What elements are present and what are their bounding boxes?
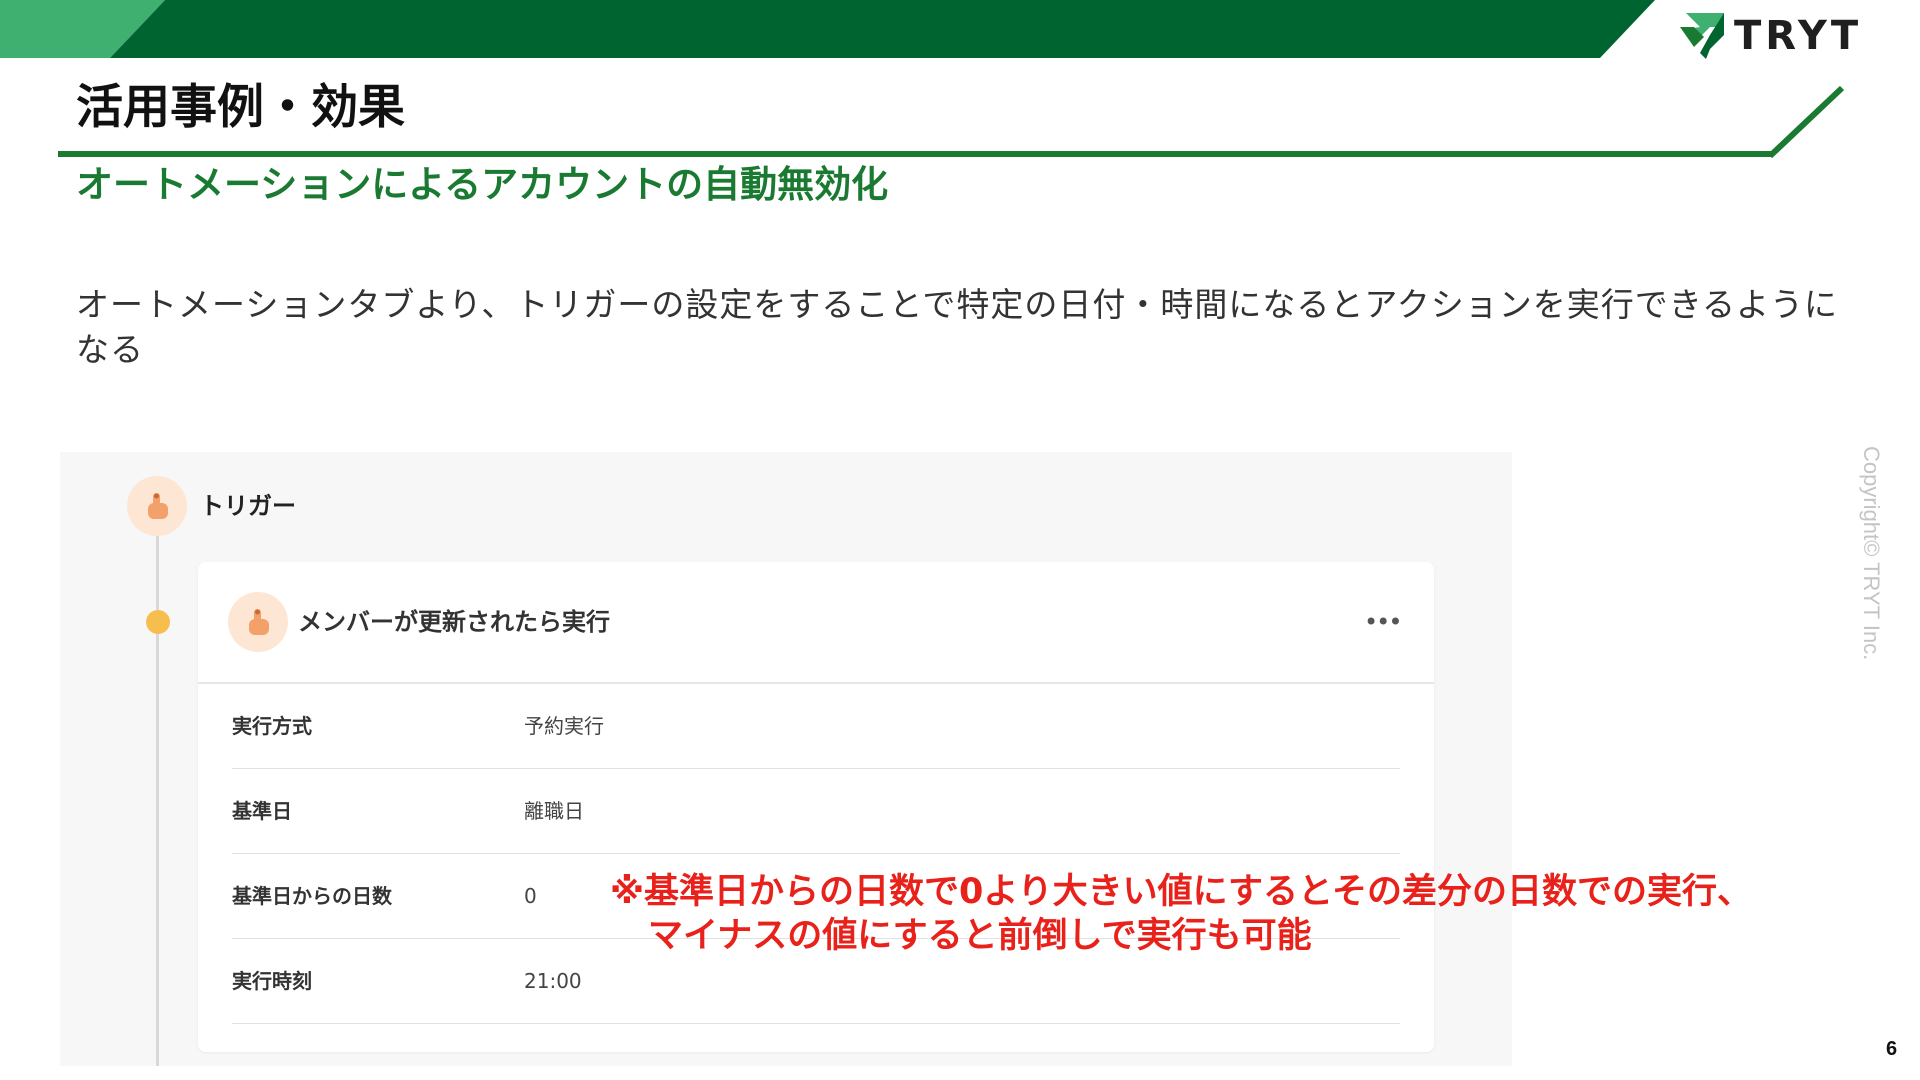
section-subtitle: オートメーションによるアカウントの自動無効化 bbox=[76, 163, 889, 206]
title-underline bbox=[58, 85, 1845, 159]
company-logo: TRYT bbox=[1680, 12, 1862, 60]
timeline-dot bbox=[146, 610, 170, 634]
setting-row-execution-method: 実行方式 予約実行 bbox=[232, 684, 1400, 769]
setting-row-base-date: 基準日 離職日 bbox=[232, 769, 1400, 854]
copyright-text: Copyright© TRYT Inc. bbox=[1859, 446, 1884, 661]
annotation-note: ※基準日からの日数で0より大きい値にするとその差分の日数での実行、 マイナスの値… bbox=[610, 870, 1752, 958]
card-title: メンバーが更新されたら実行 bbox=[298, 608, 610, 636]
hand-pointer-icon bbox=[127, 476, 187, 536]
row-label: 基準日からの日数 bbox=[232, 884, 392, 908]
more-horizontal-icon[interactable]: ••• bbox=[1364, 606, 1402, 638]
hand-pointer-icon bbox=[228, 592, 288, 652]
note-line-1: ※基準日からの日数で0より大きい値にするとその差分の日数での実行、 bbox=[610, 872, 1752, 912]
row-value: 予約実行 bbox=[524, 714, 604, 738]
description-text: オートメーションタブより、トリガーの設定をすることで特定の日付・時間になるとアク… bbox=[76, 285, 1839, 369]
row-label: 実行時刻 bbox=[232, 969, 312, 993]
row-value: 21:00 bbox=[524, 969, 582, 993]
row-label: 基準日 bbox=[232, 799, 292, 823]
tryt-logo-icon bbox=[1680, 13, 1724, 59]
row-value: 離職日 bbox=[524, 799, 584, 823]
trigger-card[interactable]: メンバーが更新されたら実行 ••• 実行方式 予約実行 基準日 離職日 基準日か… bbox=[198, 562, 1434, 1052]
note-line-2: マイナスの値にすると前倒しで実行も可能 bbox=[648, 916, 1312, 956]
page-number: 6 bbox=[1886, 1038, 1898, 1060]
logo-text: TRYT bbox=[1734, 13, 1863, 59]
row-label: 実行方式 bbox=[232, 714, 312, 738]
trigger-label: トリガー bbox=[200, 492, 296, 520]
row-value: 0 bbox=[524, 884, 537, 908]
automation-screenshot-panel: トリガー メンバーが更新されたら実行 ••• 実行方式 予約実行 基準日 離職日… bbox=[60, 452, 1512, 1066]
top-banner bbox=[0, 0, 1655, 58]
